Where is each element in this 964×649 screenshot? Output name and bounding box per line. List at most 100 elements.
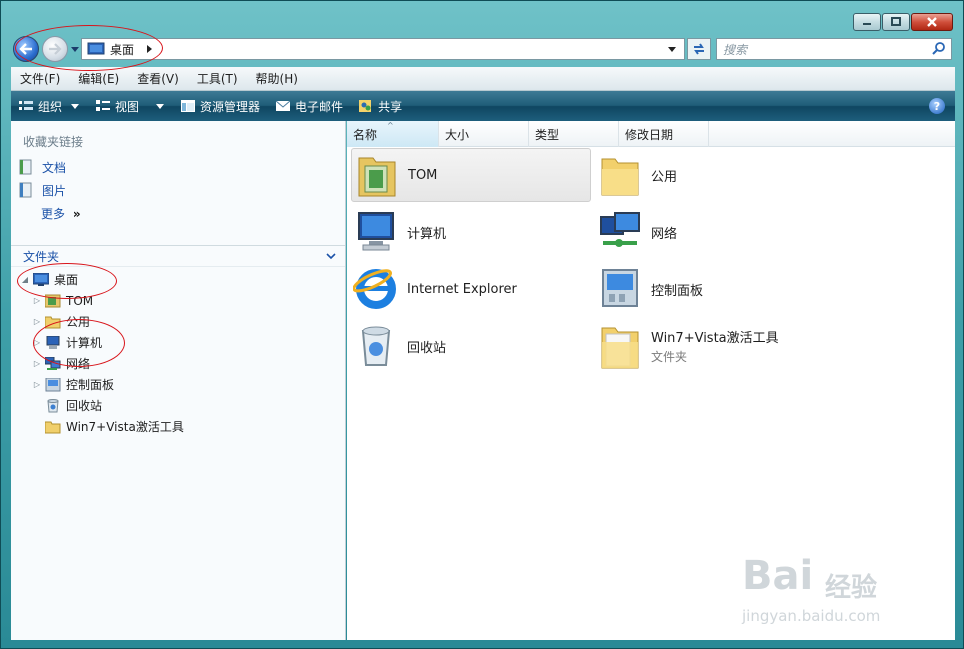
column-type-label: 类型 (535, 127, 560, 142)
tree-item-public[interactable]: ▷ 公用 (31, 311, 90, 332)
item-recycle-bin[interactable]: 回收站 (351, 319, 591, 373)
network-large-icon (595, 208, 645, 256)
menu-bar: 文件(F) 编辑(E) 查看(V) 工具(T) 帮助(H) (11, 67, 955, 91)
item-control-panel[interactable]: 控制面板 (595, 262, 835, 316)
share-label: 共享 (378, 99, 403, 114)
close-button[interactable] (911, 13, 953, 31)
email-button[interactable]: 电子邮件 (268, 91, 351, 121)
folder-large-icon (595, 151, 645, 199)
watermark-url: jingyan.baidu.com (742, 607, 881, 625)
tree-item-control-panel-label: 控制面板 (66, 378, 115, 392)
tree-item-network[interactable]: ▷ 网络 (31, 353, 90, 374)
tree-item-recycle-bin[interactable]: 回收站 (43, 395, 102, 416)
tree-item-tom[interactable]: ▷ TOM (31, 290, 93, 311)
tree-item-network-label: 网络 (66, 357, 91, 371)
window-controls (853, 13, 953, 31)
breadcrumb-chevron-icon[interactable] (144, 44, 156, 54)
tree-collapsed-icon[interactable]: ▷ (31, 380, 43, 389)
column-modified[interactable]: 修改日期 (619, 121, 709, 147)
collapse-chevron-icon (326, 253, 336, 260)
share-icon (359, 100, 372, 112)
tree-collapsed-icon[interactable]: ▷ (31, 296, 43, 305)
favorite-documents[interactable]: 文档 (19, 157, 66, 177)
minimize-icon (863, 23, 871, 25)
pictures-icon (19, 182, 32, 198)
help-button[interactable]: ? (929, 98, 945, 114)
tree-collapsed-icon[interactable]: ▷ (31, 317, 43, 326)
item-activation-tool[interactable]: Win7+Vista激活工具 文件夹 (595, 319, 835, 373)
tree-item-activation-tool-label: Win7+Vista激活工具 (66, 420, 184, 434)
organize-icon (19, 101, 33, 110)
favorite-pictures[interactable]: 图片 (19, 180, 66, 200)
refresh-button[interactable] (687, 38, 711, 60)
computer-icon (46, 335, 60, 349)
organize-dropdown-icon (71, 104, 80, 109)
recycle-bin-icon (47, 398, 59, 412)
organize-button[interactable]: 组织 (11, 91, 88, 121)
column-name[interactable]: ^ 名称 (347, 121, 439, 147)
explorer-window-icon (181, 100, 196, 112)
network-icon (45, 356, 61, 370)
item-computer-label: 计算机 (407, 226, 447, 242)
forward-arrow-icon (49, 43, 62, 55)
column-type[interactable]: 类型 (529, 121, 619, 147)
tree-item-activation-tool[interactable]: Win7+Vista激活工具 (43, 416, 184, 437)
tree-item-computer[interactable]: ▷ 计算机 (31, 332, 102, 353)
tree-item-computer-label: 计算机 (66, 336, 103, 350)
item-network[interactable]: 网络 (595, 205, 835, 259)
email-icon (276, 100, 291, 111)
tree-item-public-label: 公用 (66, 315, 91, 329)
item-computer[interactable]: 计算机 (351, 205, 591, 259)
menu-file[interactable]: 文件(F) (11, 70, 69, 87)
address-row: 桌面 搜索 (1, 33, 963, 65)
tree-item-control-panel[interactable]: ▷ 控制面板 (31, 374, 114, 395)
history-dropdown-icon[interactable] (70, 44, 80, 54)
favorite-pictures-label: 图片 (42, 183, 67, 198)
item-network-label: 网络 (651, 226, 678, 242)
more-link[interactable]: 更多 » (41, 205, 81, 222)
tree-collapsed-icon[interactable]: ▷ (31, 359, 43, 368)
control-panel-large-icon (595, 265, 645, 313)
item-activation-tool-type: 文件夹 (651, 350, 688, 364)
address-dropdown-icon[interactable] (666, 44, 678, 54)
menu-help[interactable]: 帮助(H) (247, 70, 307, 87)
search-icon[interactable] (932, 42, 946, 56)
tree-collapsed-icon[interactable]: ▷ (31, 338, 43, 347)
item-tom[interactable]: TOM (351, 148, 591, 202)
share-button[interactable]: 共享 (351, 91, 410, 121)
tree-item-tom-label: TOM (66, 293, 94, 308)
column-size-label: 大小 (445, 127, 470, 142)
explorer-button[interactable]: 资源管理器 (173, 91, 268, 121)
folder-icon (45, 421, 61, 433)
folders-header[interactable]: 文件夹 (11, 245, 345, 267)
desktop-icon (33, 272, 49, 286)
email-label: 电子邮件 (295, 99, 344, 114)
menu-edit[interactable]: 编辑(E) (69, 70, 128, 87)
sort-ascending-icon: ^ (387, 121, 394, 130)
item-internet-explorer[interactable]: Internet Explorer (351, 262, 591, 316)
view-icon (96, 100, 111, 111)
item-public[interactable]: 公用 (595, 148, 835, 202)
view-label: 视图 (115, 99, 140, 114)
tree-item-desktop[interactable]: ◢ 桌面 (19, 269, 78, 290)
view-button[interactable]: 视图 (88, 91, 173, 121)
folder-large-icon (595, 322, 645, 370)
computer-large-icon (351, 208, 401, 256)
search-input[interactable]: 搜索 (716, 38, 952, 60)
address-bar[interactable]: 桌面 (81, 38, 685, 60)
back-button[interactable] (13, 36, 39, 62)
address-location[interactable]: 桌面 (110, 41, 134, 58)
minimize-button[interactable] (853, 13, 881, 31)
recycle-bin-large-icon (351, 322, 401, 370)
menu-tools[interactable]: 工具(T) (188, 70, 247, 87)
internet-explorer-large-icon (351, 265, 401, 313)
folders-title: 文件夹 (23, 249, 60, 264)
menu-view[interactable]: 查看(V) (128, 70, 188, 87)
tree-expanded-icon[interactable]: ◢ (19, 275, 31, 284)
forward-button[interactable] (42, 36, 68, 62)
navigation-pane: 收藏夹链接 文档 图片 更多 » 文件夹 ◢ 桌面 ▷ TOM ▷ 公用 ▷ 计… (11, 121, 346, 640)
maximize-button[interactable] (882, 13, 910, 31)
folder-icon (45, 316, 61, 328)
title-bar (1, 1, 963, 33)
column-size[interactable]: 大小 (439, 121, 529, 147)
